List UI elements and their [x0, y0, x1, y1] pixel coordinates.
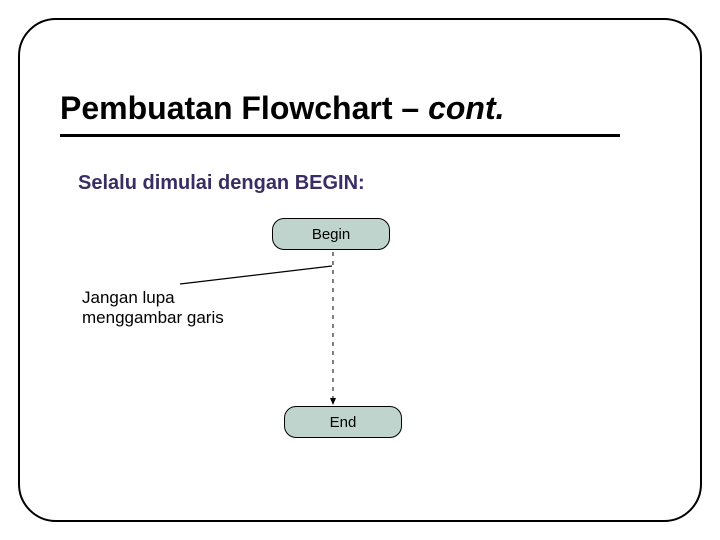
- flowchart-begin-terminator: Begin: [272, 218, 390, 250]
- slide: Pembuatan Flowchart – cont. Selalu dimul…: [0, 0, 720, 540]
- annotation-line2: menggambar garis: [82, 308, 224, 327]
- annotation-line1: Jangan lupa: [82, 288, 175, 307]
- flowchart-end-terminator: End: [284, 406, 402, 438]
- begin-label: Begin: [312, 226, 350, 243]
- title-main: Pembuatan Flowchart –: [60, 90, 428, 126]
- slide-title: Pembuatan Flowchart – cont.: [60, 90, 620, 127]
- subtitle-text: Selalu dimulai dengan BEGIN:: [78, 172, 365, 195]
- title-underline: [60, 134, 620, 137]
- title-cont: cont.: [428, 90, 504, 126]
- end-label: End: [330, 414, 357, 431]
- annotation-text: Jangan lupa menggambar garis: [82, 288, 252, 329]
